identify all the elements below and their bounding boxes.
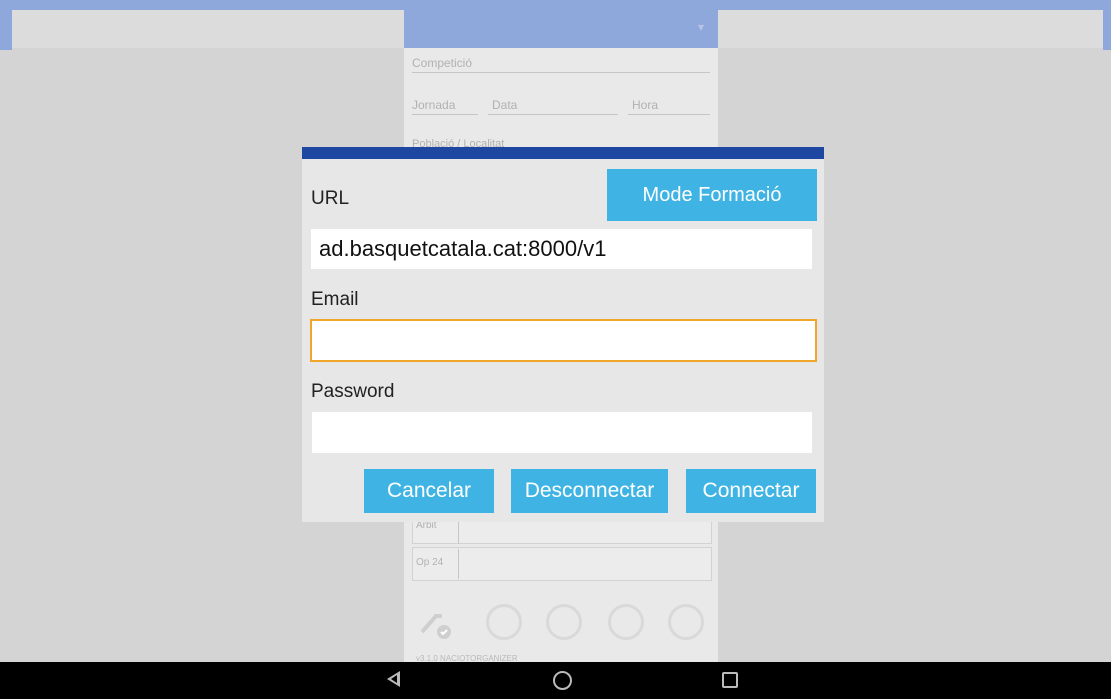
mode-formacio-button[interactable]: Mode Formació bbox=[607, 169, 817, 221]
disconnect-button[interactable]: Desconnectar bbox=[511, 469, 668, 513]
hora-field[interactable] bbox=[628, 114, 710, 115]
chevron-down-icon: ▾ bbox=[697, 20, 704, 34]
refresh-icon[interactable] bbox=[546, 604, 582, 640]
android-nav-bar bbox=[0, 662, 1111, 699]
op24-row[interactable] bbox=[412, 547, 712, 581]
dialog-title-bar bbox=[302, 147, 824, 159]
jornada-label: Jornada bbox=[412, 98, 456, 112]
cancel-icon[interactable] bbox=[668, 604, 704, 640]
password-label: Password bbox=[311, 381, 395, 402]
jornada-field[interactable] bbox=[412, 114, 478, 115]
top-bar bbox=[0, 0, 1111, 10]
target-icon[interactable] bbox=[486, 604, 522, 640]
op24-label: Op 24 bbox=[416, 557, 444, 568]
url-field[interactable]: ad.basquetcatala.cat:8000/v1 bbox=[311, 229, 812, 269]
connect-button[interactable]: Connectar bbox=[686, 469, 816, 513]
op24-divider bbox=[458, 549, 459, 579]
recent-apps-icon[interactable] bbox=[722, 672, 738, 688]
data-field[interactable] bbox=[488, 114, 618, 115]
data-label: Data bbox=[492, 98, 518, 112]
email-label: Email bbox=[311, 289, 359, 310]
competicio-field[interactable] bbox=[412, 72, 710, 73]
password-field[interactable] bbox=[312, 412, 812, 453]
top-bar-right-edge bbox=[1103, 0, 1111, 50]
whistle-check-icon[interactable] bbox=[416, 604, 452, 640]
form-header-dropdown[interactable]: ▾ bbox=[404, 10, 718, 48]
clipboard-icon[interactable] bbox=[608, 604, 644, 640]
cancel-button[interactable]: Cancelar bbox=[364, 469, 494, 513]
url-label: URL bbox=[311, 188, 350, 209]
competicio-label: Competició bbox=[412, 56, 473, 70]
top-bar-left-edge bbox=[0, 0, 12, 50]
home-icon[interactable] bbox=[553, 671, 572, 690]
back-icon-inner bbox=[391, 675, 397, 683]
email-field[interactable] bbox=[310, 319, 817, 362]
hora-label: Hora bbox=[632, 98, 659, 112]
server-connection-dialog: URL Mode Formació ad.basquetcatala.cat:8… bbox=[302, 147, 824, 522]
